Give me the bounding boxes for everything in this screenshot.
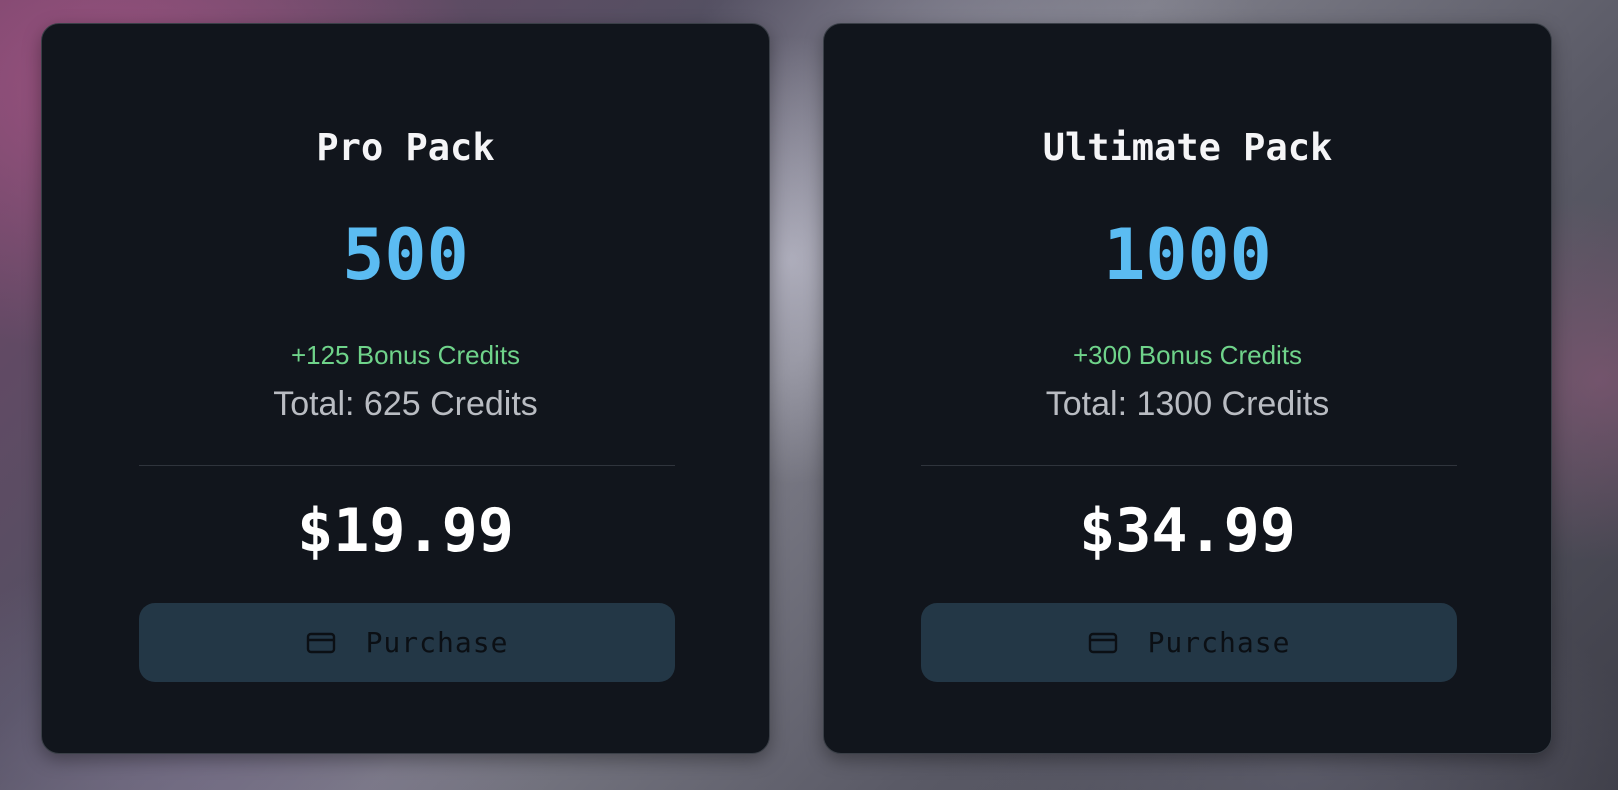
pack-title: Pro Pack: [316, 126, 495, 169]
purchase-button-pro[interactable]: Purchase: [139, 603, 675, 682]
purchase-button-ultimate[interactable]: Purchase: [921, 603, 1457, 682]
divider: [139, 465, 675, 466]
pack-price: $19.99: [297, 496, 514, 566]
pack-price: $34.99: [1079, 496, 1296, 566]
purchase-button-label: Purchase: [365, 626, 509, 659]
credit-card-icon: [306, 631, 336, 655]
pack-title: Ultimate Pack: [1042, 126, 1333, 169]
pack-bonus: +125 Bonus Credits: [290, 340, 521, 370]
credit-card-icon: [1088, 631, 1118, 655]
pack-credits: 500: [342, 214, 469, 296]
pack-card-ultimate: Ultimate Pack 1000 +300 Bonus Credits To…: [823, 23, 1552, 754]
pack-cards: Pro Pack 500 +125 Bonus Credits Total: 6…: [41, 23, 1554, 756]
divider: [921, 465, 1457, 466]
purchase-button-label: Purchase: [1147, 626, 1291, 659]
pack-card-pro: Pro Pack 500 +125 Bonus Credits Total: 6…: [41, 23, 770, 754]
pack-credits: 1000: [1103, 214, 1272, 296]
pack-total: Total: 625 Credits: [273, 385, 538, 423]
pack-bonus: +300 Bonus Credits: [1072, 340, 1303, 370]
pack-total: Total: 1300 Credits: [1045, 385, 1330, 423]
